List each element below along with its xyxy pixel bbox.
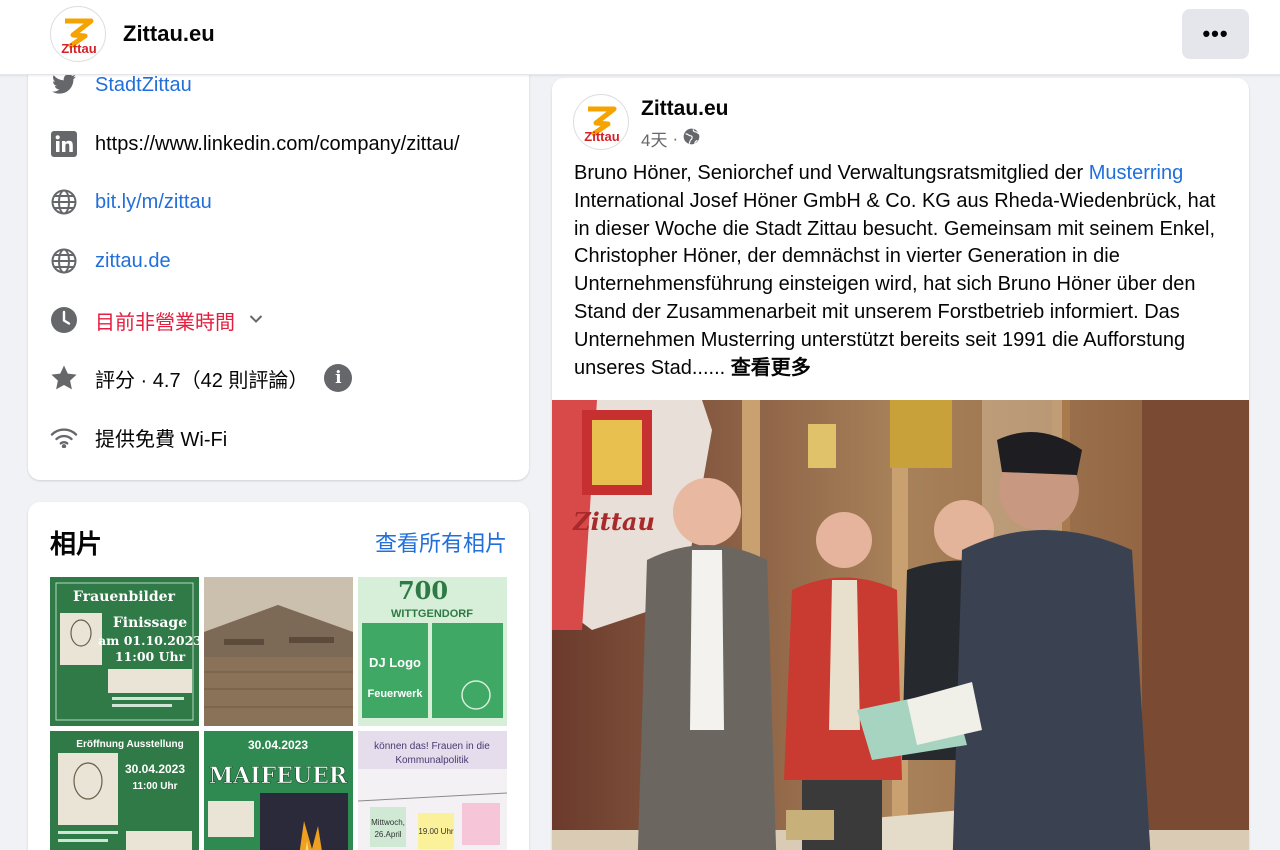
svg-text:WITTGENDORF: WITTGENDORF — [391, 608, 473, 620]
star-icon — [50, 364, 78, 392]
chevron-down-icon[interactable] — [249, 311, 263, 329]
mention-link[interactable]: Musterring — [1089, 162, 1183, 184]
more-icon: ••• — [1202, 21, 1229, 46]
see-more-link[interactable]: 查看更多 — [731, 357, 811, 379]
linkedin-link[interactable]: https://www.linkedin.com/company/zittau/ — [95, 133, 460, 156]
globe-icon — [50, 188, 78, 216]
website-row-2: zittau.de — [50, 244, 520, 278]
rating-text: 評分 · 4.7（42 則評論） — [95, 369, 309, 392]
svg-text:DJ Logo: DJ Logo — [369, 655, 421, 670]
post-meta: 4天 · — [641, 126, 700, 151]
photo-thumbnail[interactable] — [204, 577, 353, 726]
svg-text:Zittau: Zittau — [584, 129, 619, 144]
photos-card: 相片 查看所有相片 Frauenbilder Finissage am 01.1… — [28, 502, 529, 850]
svg-text:11:00 Uhr: 11:00 Uhr — [115, 649, 186, 664]
photo-thumbnail[interactable]: 30.04.2023 MAIFEUER — [204, 731, 353, 850]
twitter-link[interactable]: StadtZittau — [95, 74, 192, 97]
website-link-zittau[interactable]: zittau.de — [95, 250, 171, 273]
svg-text:Frauenbilder: Frauenbilder — [73, 589, 176, 605]
svg-text:11:00 Uhr: 11:00 Uhr — [132, 781, 177, 792]
hours-row[interactable]: 目前非營業時間 — [50, 303, 520, 337]
photo-thumbnail[interactable]: 700 WITTGENDORF DJ Logo Feuerwerk — [358, 577, 507, 726]
svg-text:können das! Frauen in die: können das! Frauen in die — [374, 741, 490, 752]
wifi-text: 提供免費 Wi-Fi — [95, 428, 228, 451]
photo-thumbnail[interactable]: können das! Frauen in die Kommunalpoliti… — [358, 731, 507, 850]
svg-text:Mittwoch,: Mittwoch, — [371, 818, 405, 827]
page-logo[interactable]: Zittau — [50, 6, 106, 62]
page-header: Zittau Zittau.eu ••• — [0, 0, 1280, 75]
svg-text:am 01.10.2023: am 01.10.2023 — [98, 633, 199, 648]
svg-text:Zittau: Zittau — [61, 41, 96, 56]
svg-text:30.04.2023: 30.04.2023 — [248, 738, 308, 752]
svg-text:19.00 Uhr: 19.00 Uhr — [418, 827, 453, 836]
page-title[interactable]: Zittau.eu — [123, 21, 215, 47]
globe-icon — [683, 128, 700, 150]
svg-text:Finissage: Finissage — [113, 615, 187, 631]
post-timestamp[interactable]: 4天 — [641, 126, 667, 151]
photo-thumbnail[interactable]: Frauenbilder Finissage am 01.10.2023 11:… — [50, 577, 199, 726]
globe-icon — [50, 247, 78, 275]
rating-row: 評分 · 4.7（42 則評論） i — [50, 361, 520, 395]
svg-text:30.04.2023: 30.04.2023 — [125, 762, 185, 776]
photo-thumbnail[interactable]: Eröffnung Ausstellung 30.04.2023 11:00 U… — [50, 731, 199, 850]
svg-text:Zittau: Zittau — [572, 507, 655, 536]
post-body: Bruno Höner, Seniorchef und Verwaltungsr… — [574, 162, 1216, 379]
linkedin-row: https://www.linkedin.com/company/zittau/ — [50, 127, 520, 161]
svg-text:Eröffnung Ausstellung: Eröffnung Ausstellung — [76, 739, 183, 750]
website-row-1: bit.ly/m/zittau — [50, 185, 520, 219]
post-card: Zittau Zittau.eu 4天 · Bruno Höner, Senio… — [552, 78, 1249, 850]
clock-icon — [50, 306, 78, 334]
photos-title: 相片 — [50, 529, 103, 559]
more-options-button[interactable]: ••• — [1182, 9, 1249, 59]
post-photo[interactable]: Zittau — [552, 400, 1249, 850]
linkedin-icon — [50, 130, 78, 158]
svg-text:26.April: 26.April — [374, 830, 401, 839]
svg-text:Feuerwerk: Feuerwerk — [367, 688, 423, 700]
see-all-photos-link[interactable]: 查看所有相片 — [375, 526, 507, 558]
post-author-name[interactable]: Zittau.eu — [641, 97, 729, 121]
twitter-icon — [50, 71, 78, 99]
hours-status[interactable]: 目前非營業時間 — [95, 306, 235, 335]
svg-text:700: 700 — [398, 577, 448, 605]
intro-card: StadtZittau https://www.linkedin.com/com… — [28, 40, 529, 480]
svg-text:MAIFEUER: MAIFEUER — [209, 763, 348, 789]
svg-text:Kommunalpolitik: Kommunalpolitik — [395, 755, 469, 766]
website-link-bitly[interactable]: bit.ly/m/zittau — [95, 191, 212, 214]
wifi-row: 提供免費 Wi-Fi — [50, 420, 520, 454]
post-author-avatar[interactable]: Zittau — [573, 94, 629, 150]
info-icon[interactable]: i — [324, 364, 353, 392]
wifi-icon — [50, 423, 78, 451]
